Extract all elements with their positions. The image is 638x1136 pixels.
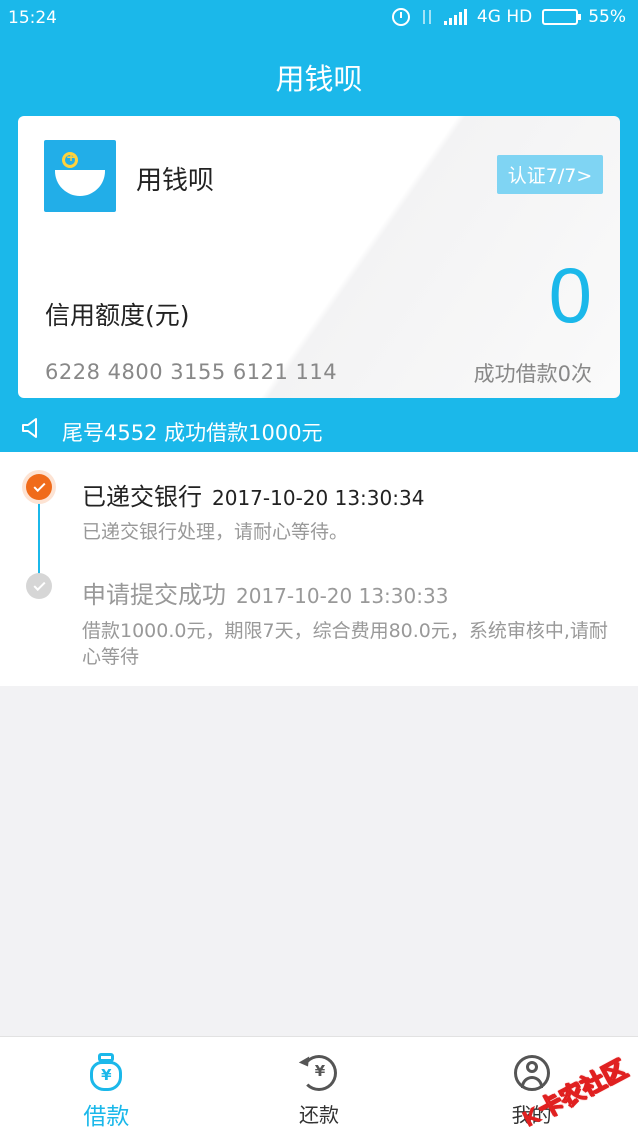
successful-loan-count: 成功借款0次 — [473, 362, 592, 386]
nav-label: 还款 — [299, 1103, 339, 1127]
notice-bar: 尾号4552 成功借款1000元 — [0, 410, 638, 450]
app-logo-icon — [44, 140, 116, 212]
credit-card: 用钱呗 认证7/7> 信用额度(元) 0 6228 4800 3155 6121… — [18, 116, 620, 398]
battery-icon — [542, 9, 582, 25]
bank-card-number: 6228 4800 3155 6121 114 — [45, 360, 338, 384]
signal-icon — [443, 9, 467, 25]
step-description: 借款1000.0元，期限7天，综合费用80.0元，系统审核中,请耐心等待 — [82, 620, 608, 668]
step-description: 已递交银行处理，请耐心等待。 — [82, 521, 349, 543]
money-bag-icon: ¥ — [86, 1053, 126, 1093]
timeline-item-title: 已递交银行 2017-10-20 13:30:34 — [82, 477, 424, 512]
completed-step-icon — [26, 474, 52, 500]
notice-text: 尾号4552 成功借款1000元 — [62, 421, 323, 445]
nav-item-borrow[interactable]: ¥ 借款 — [0, 1037, 213, 1136]
battery-percent: 55% — [588, 7, 626, 27]
status-indicators: 4G HD 55% — [391, 7, 626, 27]
repay-icon: ¥ — [298, 1053, 339, 1093]
nav-item-repay[interactable]: ¥ 还款 — [213, 1037, 426, 1136]
credit-limit-value: 0 — [548, 251, 592, 339]
credit-limit-label: 信用额度(元) — [45, 301, 190, 330]
app-screen: 15:24 4G HD 55% 用钱呗 用钱呗 认证7/7> 信用额度(元) 0… — [0, 0, 638, 1136]
step-title: 申请提交成功 — [82, 581, 226, 609]
past-step-icon — [26, 573, 52, 599]
step-title: 已递交银行 — [82, 483, 202, 511]
status-time: 15:24 — [8, 8, 57, 28]
timeline-connector — [38, 500, 40, 582]
card-app-name: 用钱呗 — [136, 166, 215, 196]
page-title: 用钱呗 — [275, 62, 363, 96]
network-type: 4G HD — [476, 7, 533, 27]
step-time: 2017-10-20 13:30:34 — [212, 486, 425, 510]
nav-label: 借款 — [83, 1104, 130, 1130]
step-time: 2017-10-20 13:30:33 — [236, 584, 449, 608]
status-bar: 15:24 4G HD 55% — [0, 0, 638, 36]
certification-button[interactable]: 认证7/7> — [497, 155, 603, 194]
speaker-icon — [22, 418, 37, 438]
loan-progress-timeline: 已递交银行 2017-10-20 13:30:34 已递交银行处理，请耐心等待。 … — [0, 452, 638, 686]
timeline-item-title: 申请提交成功 2017-10-20 13:30:33 — [82, 575, 448, 610]
data-sync-icon — [420, 8, 434, 26]
alarm-icon — [391, 8, 410, 26]
